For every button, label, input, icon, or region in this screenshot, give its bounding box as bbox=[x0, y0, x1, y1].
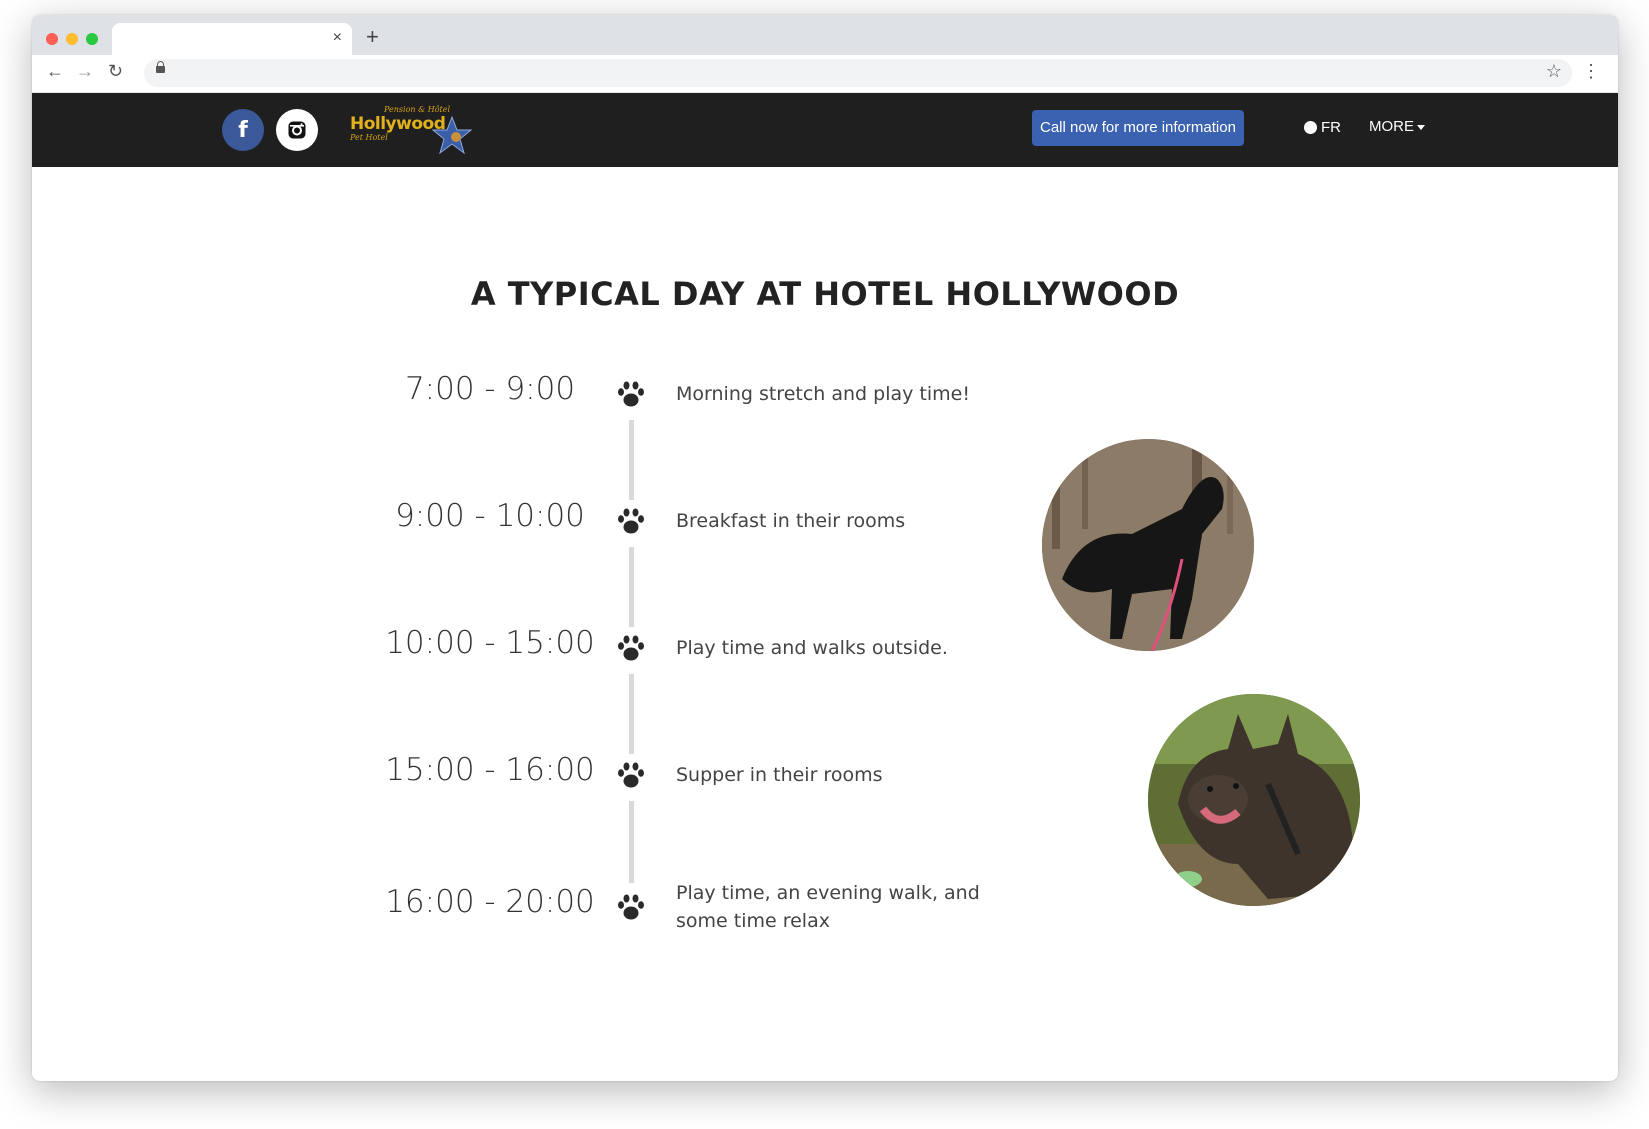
french-bulldog-photo bbox=[1148, 694, 1360, 906]
paw-icon bbox=[618, 381, 644, 407]
caret-down-icon bbox=[1417, 124, 1425, 130]
timeline-connector bbox=[629, 674, 634, 754]
browser-window: × + ← → ↻ ☆ ⋮ f Pension & Hôtel Hollywoo… bbox=[32, 15, 1618, 1081]
logo-sub-text: Pet Hotel bbox=[350, 133, 388, 142]
page-title: A TYPICAL DAY AT HOTEL HOLLYWOOD bbox=[470, 275, 1180, 313]
browser-tab[interactable]: × bbox=[112, 23, 352, 55]
forward-icon[interactable]: → bbox=[76, 61, 94, 82]
reload-icon[interactable]: ↻ bbox=[108, 61, 123, 82]
schedule-description: Breakfast in their rooms bbox=[676, 510, 906, 532]
close-window-button[interactable] bbox=[46, 33, 58, 45]
tab-close-icon[interactable]: × bbox=[333, 29, 342, 47]
schedule-time: 9:00 - 10:00 bbox=[395, 498, 585, 534]
black-dog-photo bbox=[1042, 439, 1254, 651]
schedule-description: Play time and walks outside. bbox=[676, 637, 948, 659]
instagram-icon[interactable] bbox=[276, 109, 318, 151]
schedule-time: 16:00 - 20:00 bbox=[385, 884, 595, 920]
new-tab-button[interactable]: + bbox=[366, 24, 379, 50]
browser-menu-icon[interactable]: ⋮ bbox=[1582, 62, 1600, 80]
language-label: FR bbox=[1321, 119, 1341, 136]
paw-icon bbox=[618, 508, 644, 534]
schedule-time: 15:00 - 16:00 bbox=[385, 752, 595, 788]
black-dog-illustration bbox=[1042, 439, 1254, 651]
lock-icon bbox=[156, 61, 165, 73]
hotel-logo[interactable]: Pension & Hôtel Hollywood Pet Hotel bbox=[348, 105, 473, 157]
maximize-window-button[interactable] bbox=[86, 33, 98, 45]
globe-icon bbox=[1304, 121, 1317, 134]
timeline-connector bbox=[629, 801, 634, 883]
facebook-icon[interactable]: f bbox=[222, 109, 264, 151]
browser-toolbar: ← → ↻ ☆ ⋮ bbox=[32, 55, 1618, 93]
facebook-glyph: f bbox=[238, 117, 248, 143]
back-icon[interactable]: ← bbox=[46, 61, 64, 82]
schedule-description: Play time, an evening walk, and some tim… bbox=[676, 882, 980, 932]
schedule-time: 10:00 - 15:00 bbox=[385, 625, 595, 661]
star-logo-icon bbox=[432, 115, 472, 155]
more-label: MORE bbox=[1369, 118, 1414, 135]
logo-top-text: Pension & Hôtel bbox=[384, 105, 451, 114]
tab-strip: × + bbox=[32, 15, 1618, 55]
more-menu[interactable]: MORE bbox=[1369, 118, 1425, 135]
schedule-description: Morning stretch and play time! bbox=[676, 383, 970, 405]
timeline-connector bbox=[629, 547, 634, 627]
paw-icon bbox=[618, 762, 644, 788]
schedule-time: 7:00 - 9:00 bbox=[404, 371, 576, 407]
address-bar[interactable]: ☆ bbox=[144, 59, 1572, 87]
paw-icon bbox=[618, 894, 644, 920]
schedule-description: Supper in their rooms bbox=[676, 764, 883, 786]
timeline-connector bbox=[629, 420, 634, 500]
bookmark-star-icon[interactable]: ☆ bbox=[1546, 61, 1562, 82]
paw-icon bbox=[618, 635, 644, 661]
call-now-button[interactable]: Call now for more information bbox=[1032, 110, 1244, 146]
minimize-window-button[interactable] bbox=[66, 33, 78, 45]
site-header: f Pension & Hôtel Hollywood Pet Hotel Ca… bbox=[32, 93, 1618, 167]
instagram-glyph bbox=[288, 121, 306, 139]
language-switch[interactable]: FR bbox=[1304, 119, 1341, 136]
french-bulldog-illustration bbox=[1148, 694, 1360, 906]
